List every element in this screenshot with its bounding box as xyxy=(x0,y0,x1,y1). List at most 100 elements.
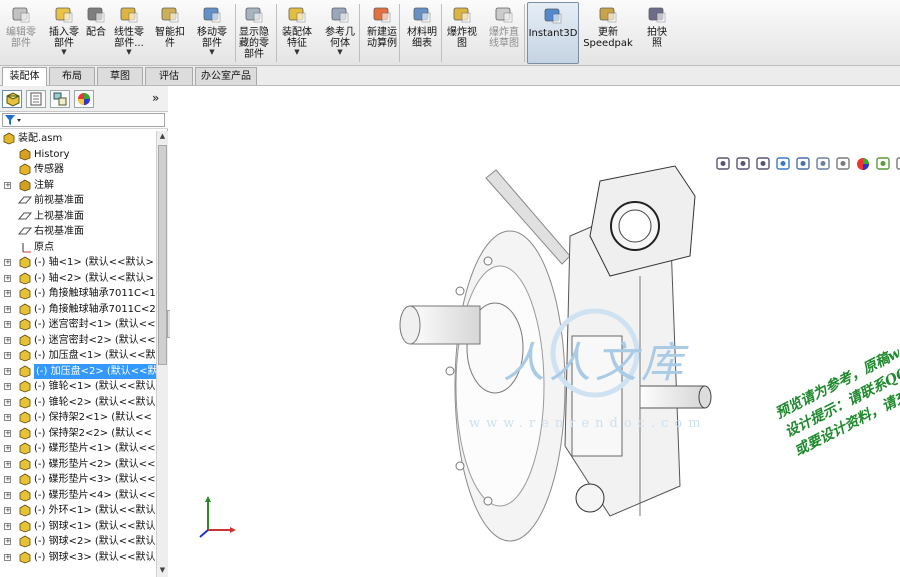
tree-item[interactable]: + (-) 碟形垫片<4> (默认<< xyxy=(0,488,156,503)
move-component-button[interactable]: 移动零 部件 ▼ xyxy=(193,2,231,64)
tree-item[interactable]: History xyxy=(0,147,156,162)
assembly-features-button[interactable]: 装配体 特征 ▼ xyxy=(278,2,316,64)
tree-item[interactable]: + (-) 保持架2<1> (默认<< xyxy=(0,410,156,425)
tree-item[interactable]: + (-) 外环<1> (默认<<默认 xyxy=(0,503,156,518)
expand-toggle[interactable]: + xyxy=(4,414,11,421)
tree-item[interactable]: 前视基准面 xyxy=(0,193,156,208)
tree-item[interactable]: + (-) 锥轮<2> (默认<<默认 xyxy=(0,395,156,410)
expand-toggle[interactable]: + xyxy=(4,460,11,468)
mate-button[interactable]: 配合 xyxy=(84,2,108,64)
tab-2[interactable]: 草图 xyxy=(97,67,143,85)
tree-item[interactable]: + (-) 锥轮<1> (默认<<默认 xyxy=(0,379,156,394)
tree-item[interactable]: + (-) 角接触球轴承7011C<2 xyxy=(0,302,156,317)
expand-toggle[interactable]: + xyxy=(4,321,11,328)
filter-bar xyxy=(0,112,168,129)
display-style-button[interactable] xyxy=(815,156,832,172)
tree-item[interactable]: + (-) 碟形垫片<3> (默认<< xyxy=(0,472,156,487)
exploded-view-button[interactable]: 爆炸视 图 xyxy=(445,2,479,64)
edit-component-button[interactable]: 编辑零 部件 xyxy=(2,2,40,64)
tab-0[interactable]: 装配体 xyxy=(2,67,47,86)
expand-toggle[interactable]: + xyxy=(4,290,11,297)
instant3d-button[interactable]: Instant3D xyxy=(527,2,579,64)
reference-geometry-button[interactable]: 参考几 何体 ▼ xyxy=(320,2,360,64)
tree-item[interactable]: + (-) 角接触球轴承7011C<1 xyxy=(0,286,156,301)
tree-item[interactable]: + (-) 迷宫密封<1> (默认<< xyxy=(0,317,156,332)
section-view-button[interactable] xyxy=(775,156,792,172)
tree-item[interactable]: + (-) 钢球<2> (默认<<默认 xyxy=(0,534,156,549)
expand-toggle[interactable]: + xyxy=(4,181,11,189)
expand-toggle[interactable]: + xyxy=(4,336,11,344)
edit-appearance-button[interactable] xyxy=(855,156,872,172)
show-hidden-button[interactable]: 显示隐 藏的零 部件 xyxy=(234,2,274,64)
expand-toggle[interactable]: + xyxy=(4,553,11,561)
tree-item[interactable]: + (-) 钢球<3> (默认<<默认 xyxy=(0,550,156,565)
dropdown-arrow-icon[interactable]: ▼ xyxy=(294,49,299,56)
tree-item[interactable]: + (-) 加压盘<2> (默认<<默 xyxy=(0,363,156,379)
hide-show-button[interactable] xyxy=(835,156,852,172)
expand-toggle[interactable]: + xyxy=(4,383,11,390)
tree-item[interactable]: + (-) 加压盘<1> (默认<<默 xyxy=(0,348,156,363)
expand-toggle[interactable]: + xyxy=(4,476,11,483)
apply-scene-button[interactable] xyxy=(875,156,892,172)
tree-item[interactable]: 传感器 xyxy=(0,162,156,177)
tab-4[interactable]: 办公室产品 xyxy=(195,67,257,85)
tree-item[interactable]: 原点 xyxy=(0,240,156,255)
expand-toggle[interactable]: + xyxy=(4,445,11,452)
view-orientation-button[interactable] xyxy=(795,156,812,172)
dropdown-arrow-icon[interactable]: ▼ xyxy=(337,49,342,56)
display-manager-tab[interactable] xyxy=(74,90,94,108)
expand-toggle[interactable]: + xyxy=(4,429,11,437)
tab-1[interactable]: 布局 xyxy=(49,67,95,85)
speedpak-icon xyxy=(599,7,617,23)
tree-item[interactable]: + (-) 保持架2<2> (默认<< xyxy=(0,426,156,441)
dropdown-arrow-icon[interactable]: ▼ xyxy=(126,49,131,56)
filter-input[interactable] xyxy=(2,113,165,127)
feature-manager-tab[interactable] xyxy=(2,90,22,108)
scroll-down-arrow[interactable]: ▼ xyxy=(158,565,167,575)
smart-fasteners-button[interactable]: 智能扣 件 xyxy=(150,2,190,64)
expand-toggle[interactable]: + xyxy=(4,398,11,406)
explode-line-sketch-button[interactable]: 爆炸直 线草图 xyxy=(484,2,524,64)
tree-item[interactable]: + (-) 轴<2> (默认<<默认> xyxy=(0,271,156,286)
zoom-area-button[interactable] xyxy=(735,156,752,172)
scroll-up-arrow[interactable]: ▲ xyxy=(158,131,167,141)
graphics-viewport[interactable]: 人人文库 www.renrendoc.com 预览请为参考，原稿word+CAD… xyxy=(170,86,900,577)
linear-pattern-button[interactable]: 线性零 部件... ▼ xyxy=(111,2,147,64)
exploded-view-label: 爆炸视 图 xyxy=(447,27,477,49)
expand-toggle[interactable]: + xyxy=(4,367,11,375)
new-motion-study-button[interactable]: 新建运 动算例 xyxy=(364,2,400,64)
tree-item[interactable]: + (-) 碟形垫片<1> (默认<< xyxy=(0,441,156,456)
tree-item[interactable]: + (-) 迷宫密封<2> (默认<< xyxy=(0,333,156,348)
previous-view-button[interactable] xyxy=(755,156,772,172)
tree-item[interactable]: 右视基准面 xyxy=(0,224,156,239)
zoom-to-fit-button[interactable] xyxy=(715,156,732,172)
tab-3[interactable]: 评估 xyxy=(145,67,193,85)
insert-component-button[interactable]: 插入零 部件 ▼ xyxy=(45,2,83,64)
expand-toggle[interactable]: + xyxy=(4,538,11,545)
expand-toggle[interactable]: + xyxy=(4,259,11,266)
property-manager-tab[interactable] xyxy=(26,90,46,108)
tree-item[interactable]: + (-) 碟形垫片<2> (默认<< xyxy=(0,457,156,472)
view-settings-button[interactable] xyxy=(895,156,900,172)
tree-item[interactable]: + (-) 钢球<1> (默认<<默认 xyxy=(0,519,156,534)
expand-toggle[interactable]: + xyxy=(4,522,11,530)
tree-scrollbar[interactable]: ▲ ▼ xyxy=(156,131,168,577)
take-snapshot-button[interactable]: 拍快照 xyxy=(643,2,671,64)
expand-toggle[interactable]: + xyxy=(4,274,11,282)
tree-item[interactable]: 装配.asm xyxy=(0,131,156,146)
expand-toggle[interactable]: + xyxy=(4,352,11,359)
panel-more-chevron[interactable]: » xyxy=(152,91,159,105)
dropdown-arrow-icon[interactable]: ▼ xyxy=(61,49,66,56)
tree-item[interactable]: + 注解 xyxy=(0,178,156,193)
hide-show-icon xyxy=(836,157,850,170)
tree-item[interactable]: 上视基准面 xyxy=(0,209,156,224)
configuration-manager-tab[interactable] xyxy=(50,90,70,108)
expand-toggle[interactable]: + xyxy=(4,507,11,514)
dropdown-arrow-icon[interactable]: ▼ xyxy=(209,49,214,56)
tree-item[interactable]: + (-) 轴<1> (默认<<默认> xyxy=(0,255,156,270)
expand-toggle[interactable]: + xyxy=(4,305,11,313)
expand-toggle[interactable]: + xyxy=(4,491,11,499)
update-speedpak-button[interactable]: 更新 Speedpak xyxy=(582,2,634,64)
bom-button[interactable]: 材料明 细表 xyxy=(403,2,441,64)
scroll-thumb[interactable] xyxy=(158,145,167,365)
